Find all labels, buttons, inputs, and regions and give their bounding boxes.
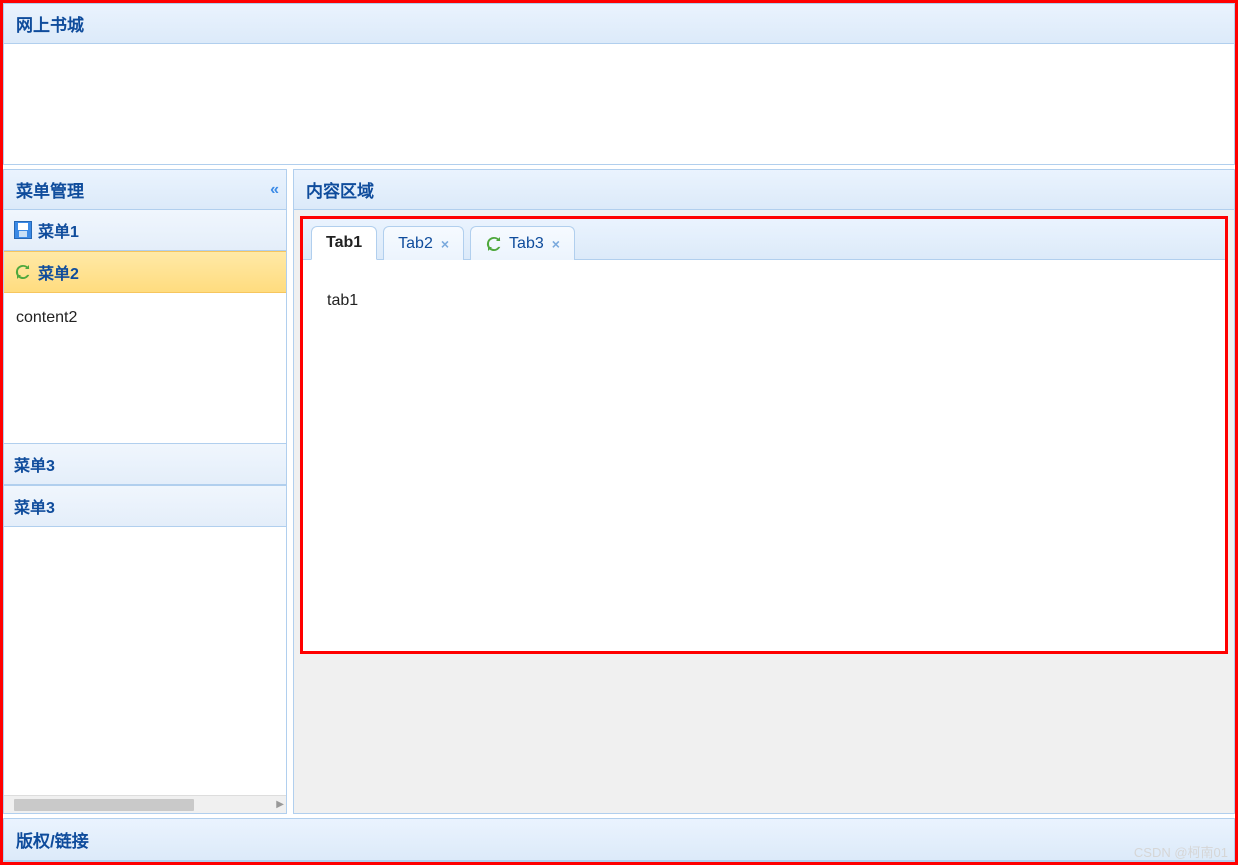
sidebar-panel: 菜单管理 « 菜单1 菜单2 content2 [3,169,287,814]
reload-icon [485,235,503,253]
sidebar-item-menu3b[interactable]: 菜单3 [4,485,286,527]
sidebar-item-menu1[interactable]: 菜单1 [4,210,286,251]
sidebar-item-menu2[interactable]: 菜单2 [4,251,286,293]
tab-content-area: tab1 [303,260,1225,651]
tab-tab1[interactable]: Tab1 [311,226,377,260]
sidebar-item-label: 菜单2 [38,260,79,284]
tab-content-text: tab1 [327,292,358,309]
tab-label: Tab1 [326,234,362,252]
header-panel: 网上书城 [3,3,1235,165]
scrollbar-thumb[interactable] [14,799,194,811]
sidebar-item-label: 菜单3 [14,452,55,476]
content-body: Tab1 Tab2 × Tab3 × [294,210,1234,813]
tab-tab3[interactable]: Tab3 × [470,226,575,260]
sidebar-content-text: content2 [16,309,274,327]
sidebar-item-menu2-body: content2 [4,293,286,343]
tab-tab2[interactable]: Tab2 × [383,226,464,260]
header-body [4,44,1234,164]
footer-panel: 版权/链接 [3,818,1235,862]
sidebar-item-label: 菜单1 [38,218,79,242]
content-title-bar: 内容区域 [294,170,1234,210]
accordion-spacer [4,527,286,795]
sidebar-accordion: 菜单1 菜单2 content2 菜单3 菜单3 [4,210,286,795]
tab-label: Tab2 [398,235,433,253]
app-frame: 网上书城 菜单管理 « 菜单1 菜单2 [0,0,1238,865]
save-icon [14,221,32,239]
footer-title: 版权/链接 [16,827,89,852]
sidebar-item-label: 菜单3 [14,494,55,518]
close-icon[interactable]: × [552,236,560,252]
close-icon[interactable]: × [441,236,449,252]
content-panel: 内容区域 Tab1 Tab2 × [293,169,1235,814]
content-title: 内容区域 [306,177,374,202]
middle-region: 菜单管理 « 菜单1 菜单2 content2 [3,169,1235,814]
sidebar-title: 菜单管理 [16,177,84,202]
sidebar-item-menu3a[interactable]: 菜单3 [4,443,286,485]
tab-label: Tab3 [509,235,544,253]
header-title: 网上书城 [16,11,84,36]
reload-icon [14,263,32,281]
sidebar-scrollbar[interactable]: ▶ [4,795,286,813]
sidebar-title-bar: 菜单管理 « [4,170,286,210]
tabs-container: Tab1 Tab2 × Tab3 × [300,216,1228,654]
accordion-body-spacer [4,343,286,443]
tabs-header: Tab1 Tab2 × Tab3 × [303,219,1225,260]
scrollbar-arrow-right-icon[interactable]: ▶ [276,799,284,810]
footer-title-bar: 版权/链接 [4,819,1234,861]
header-title-bar: 网上书城 [4,4,1234,44]
collapse-left-icon[interactable]: « [270,181,274,199]
